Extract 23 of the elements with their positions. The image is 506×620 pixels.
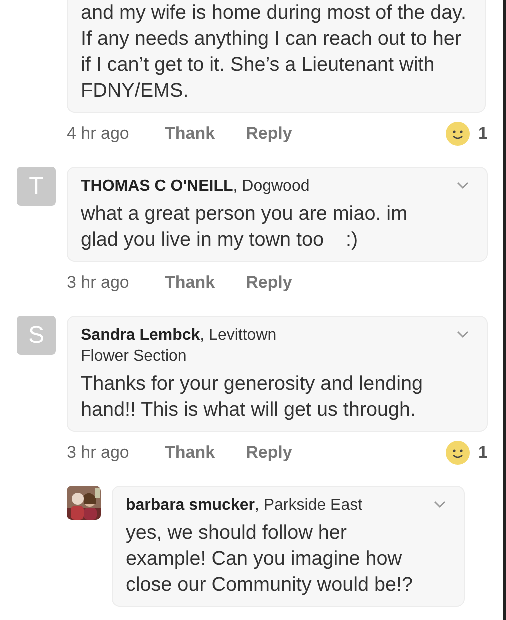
chevron-down-icon[interactable] xyxy=(457,331,469,339)
thank-link[interactable]: Thank xyxy=(165,124,216,144)
thank-link[interactable]: Thank xyxy=(165,273,216,293)
reply-link[interactable]: Reply xyxy=(246,273,292,293)
chevron-down-icon[interactable] xyxy=(434,501,446,509)
chevron-down-icon[interactable] xyxy=(457,182,469,190)
thank-link[interactable]: Thank xyxy=(165,443,216,463)
smiley-icon xyxy=(446,122,470,146)
comment-author: barbara smucker, Parkside East xyxy=(126,496,364,516)
reply-link[interactable]: Reply xyxy=(246,124,292,144)
reaction-count: 1 xyxy=(478,124,488,144)
reply-link[interactable]: Reply xyxy=(246,443,292,463)
timestamp: 3 hr ago xyxy=(67,273,130,293)
comment-text: and my wife is home during most of the day. If any needs anything I can reach out to her if I can’t get to it. She’s a Lieutenant with FDNY/EMS. xyxy=(81,1,468,104)
reaction-count: 1 xyxy=(478,443,488,463)
timestamp: 4 hr ago xyxy=(67,124,130,144)
comment-text: yes, we should follow her example! Can you imagine how close our Community would be!? xyxy=(126,521,414,598)
comment-text: what a great person you are miao. im glad you live in my town too :) xyxy=(81,202,409,253)
smiley-icon xyxy=(446,441,470,465)
comment-author: Sandra Lembck, Levittown Flower Section xyxy=(81,326,278,367)
timestamp: 3 hr ago xyxy=(67,443,130,463)
comment-text: Thanks for your generosity and lending hand!! This is what will get us through. xyxy=(81,372,424,423)
comment-author: THOMAS C O'NEILL, Dogwood xyxy=(81,177,311,197)
